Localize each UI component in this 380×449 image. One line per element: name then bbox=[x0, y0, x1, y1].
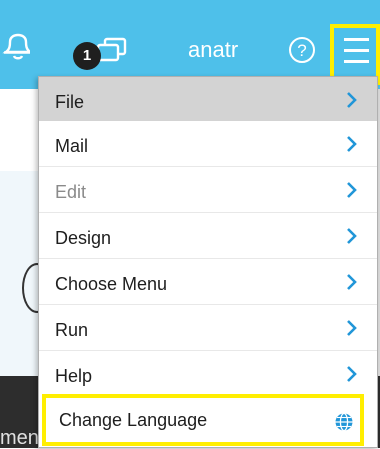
username-label[interactable]: anatr bbox=[188, 37, 238, 63]
menu-item-label: Choose Menu bbox=[55, 274, 168, 294]
chevron-right-icon bbox=[347, 320, 357, 336]
svg-text:?: ? bbox=[297, 41, 306, 60]
menu-item-help[interactable]: Help bbox=[39, 351, 377, 396]
menu-item-label: Edit bbox=[55, 182, 87, 202]
hamburger-line bbox=[344, 49, 369, 52]
menu-item-choose-menu[interactable]: Choose Menu bbox=[39, 259, 377, 304]
notification-badge[interactable]: 1 bbox=[73, 42, 101, 70]
chevron-right-icon bbox=[347, 274, 357, 290]
menu-item-label: Help bbox=[55, 366, 93, 386]
menu-item-label: Design bbox=[55, 228, 112, 248]
menu-item-label: Mail bbox=[55, 136, 89, 156]
menu-item-file[interactable]: File bbox=[39, 77, 377, 121]
globe-icon bbox=[335, 412, 353, 432]
chevron-right-icon bbox=[347, 92, 357, 108]
chevron-right-icon bbox=[347, 228, 357, 244]
hamburger-icon bbox=[344, 38, 369, 41]
help-icon[interactable]: ? bbox=[287, 35, 317, 65]
chevron-right-icon bbox=[347, 136, 357, 152]
menu-item-label: Change Language bbox=[59, 410, 208, 430]
chevron-right-icon bbox=[347, 366, 357, 382]
chevron-right-icon bbox=[347, 182, 357, 198]
menu-item-edit[interactable]: Edit bbox=[39, 167, 377, 212]
menu-item-run[interactable]: Run bbox=[39, 305, 377, 350]
main-menu-dropdown: File Mail Edit Design Choose Menu Run He… bbox=[38, 76, 378, 448]
menu-item-label: File bbox=[55, 92, 85, 112]
bell-icon[interactable] bbox=[0, 30, 30, 62]
hamburger-line bbox=[344, 60, 369, 63]
menu-item-mail[interactable]: Mail bbox=[39, 121, 377, 166]
menu-item-label: Run bbox=[55, 320, 89, 340]
menu-item-change-language[interactable]: Change Language bbox=[42, 394, 364, 446]
menu-item-design[interactable]: Design bbox=[39, 213, 377, 258]
background-panel bbox=[0, 89, 38, 171]
